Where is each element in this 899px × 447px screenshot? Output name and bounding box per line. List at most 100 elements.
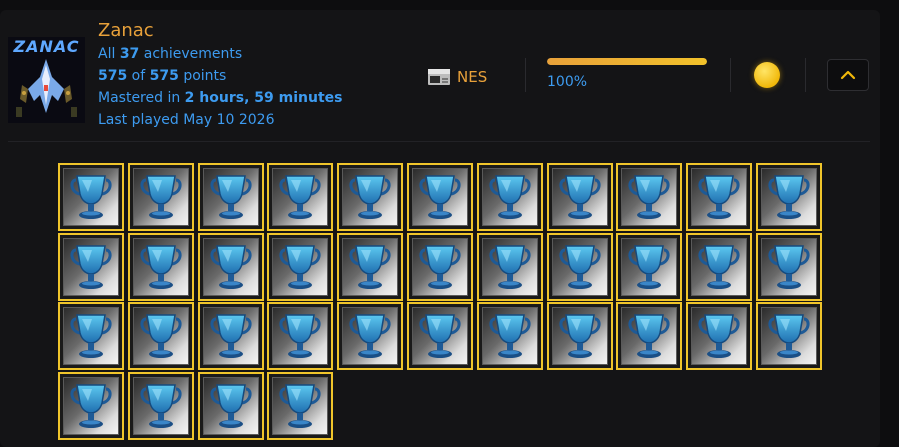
achievement-badge[interactable]: [197, 372, 264, 441]
platform-name: NES: [457, 68, 488, 86]
achievement-tile: [691, 307, 748, 366]
achievement-badge[interactable]: [476, 232, 543, 301]
trophy-icon: [210, 244, 252, 289]
trophy-icon: [489, 314, 531, 359]
achievement-tile: [63, 377, 119, 436]
trophy-icon: [70, 384, 112, 429]
trophy-icon: [70, 244, 112, 289]
achievement-tile: [481, 168, 538, 226]
achievement-badge[interactable]: [616, 302, 683, 371]
game-title[interactable]: Zanac: [98, 20, 342, 42]
trophy-icon: [768, 244, 810, 289]
achievement-tile: [202, 377, 259, 436]
trophy-icon: [559, 244, 601, 289]
divider: [805, 58, 806, 92]
achievement-badge[interactable]: [337, 302, 404, 371]
achievement-badge[interactable]: [546, 232, 613, 301]
trophy-icon: [210, 314, 252, 359]
achievement-badge[interactable]: [337, 163, 404, 231]
gold-mastery-circle-icon: [754, 62, 780, 88]
trophy-icon: [279, 384, 321, 429]
game-logo-text: ZANAC: [13, 37, 80, 56]
achievement-tile: [411, 307, 468, 366]
achievement-badge[interactable]: [476, 302, 543, 371]
achievement-badge[interactable]: [337, 232, 404, 301]
achievement-badge[interactable]: [58, 232, 124, 301]
achievement-tile: [411, 237, 468, 296]
achievement-tile: [551, 307, 608, 366]
achievement-badge[interactable]: [267, 232, 334, 301]
trophy-icon: [628, 175, 670, 219]
game-header: ZANAC Zanac All 37 achievements 575 of 5…: [0, 10, 880, 142]
achievement-badge[interactable]: [616, 232, 683, 301]
achievement-badge[interactable]: [686, 232, 753, 301]
achievement-grid: [58, 163, 822, 441]
trophy-icon: [698, 314, 740, 359]
trophy-icon: [349, 244, 391, 289]
achievement-tile: [132, 307, 189, 366]
achievement-badge[interactable]: [127, 302, 194, 371]
achievement-badge[interactable]: [686, 302, 753, 371]
achievement-tile: [621, 237, 678, 296]
game-info: Zanac All 37 achievements 575 of 575 poi…: [98, 20, 342, 131]
achievement-badge[interactable]: [755, 302, 822, 371]
trophy-icon: [489, 175, 531, 219]
trophy-icon: [628, 244, 670, 289]
achievement-badge[interactable]: [616, 163, 683, 231]
achievement-tile: [760, 307, 817, 366]
achievement-badge[interactable]: [406, 163, 473, 231]
trophy-icon: [559, 314, 601, 359]
trophy-icon: [279, 314, 321, 359]
achievement-badge[interactable]: [127, 163, 194, 231]
achievement-badge[interactable]: [267, 372, 334, 441]
achievement-badge[interactable]: [755, 232, 822, 301]
achievement-badge[interactable]: [267, 302, 334, 371]
achievements-count: All 37 achievements: [98, 46, 243, 62]
achievement-badge[interactable]: [546, 302, 613, 371]
achievement-tile: [202, 168, 259, 226]
trophy-icon: [70, 175, 112, 219]
trophy-icon: [140, 384, 182, 429]
header-separator: [8, 141, 870, 142]
achievement-badge[interactable]: [127, 232, 194, 301]
trophy-icon: [279, 175, 321, 219]
trophy-icon: [768, 314, 810, 359]
achievement-tile: [272, 237, 329, 296]
achievement-tile: [272, 168, 329, 226]
achievement-tile: [342, 307, 399, 366]
achievement-tile: [342, 237, 399, 296]
achievement-badge[interactable]: [406, 232, 473, 301]
achievement-tile: [621, 307, 678, 366]
achievement-badge[interactable]: [755, 163, 822, 231]
trophy-icon: [279, 244, 321, 289]
achievement-badge[interactable]: [197, 232, 264, 301]
spaceship-icon: [8, 55, 85, 123]
trophy-icon: [70, 314, 112, 359]
achievement-tile: [551, 237, 608, 296]
achievement-badge[interactable]: [58, 163, 124, 231]
achievement-badge[interactable]: [197, 163, 264, 231]
achievement-badge[interactable]: [58, 302, 124, 371]
platform-label: NES: [427, 64, 487, 90]
achievement-tile: [760, 237, 817, 296]
last-played: Last played May 10 2026: [98, 112, 275, 128]
collapse-button[interactable]: [827, 59, 869, 91]
achievement-badge[interactable]: [406, 302, 473, 371]
achievement-badge[interactable]: [686, 163, 753, 231]
achievement-badge[interactable]: [267, 163, 334, 231]
game-badge[interactable]: ZANAC: [8, 37, 85, 123]
achievement-badge[interactable]: [476, 163, 543, 231]
achievement-badge[interactable]: [58, 372, 124, 441]
achievement-badge[interactable]: [546, 163, 613, 231]
trophy-icon: [140, 244, 182, 289]
progress-bar: [547, 58, 707, 65]
achievement-tile: [691, 168, 748, 226]
achievement-badge[interactable]: [127, 372, 194, 441]
achievement-badge[interactable]: [197, 302, 264, 371]
achievement-tile: [481, 307, 538, 366]
trophy-icon: [210, 175, 252, 219]
trophy-icon: [768, 175, 810, 219]
trophy-icon: [349, 175, 391, 219]
achievement-tile: [272, 307, 329, 366]
achievement-tile: [691, 237, 748, 296]
